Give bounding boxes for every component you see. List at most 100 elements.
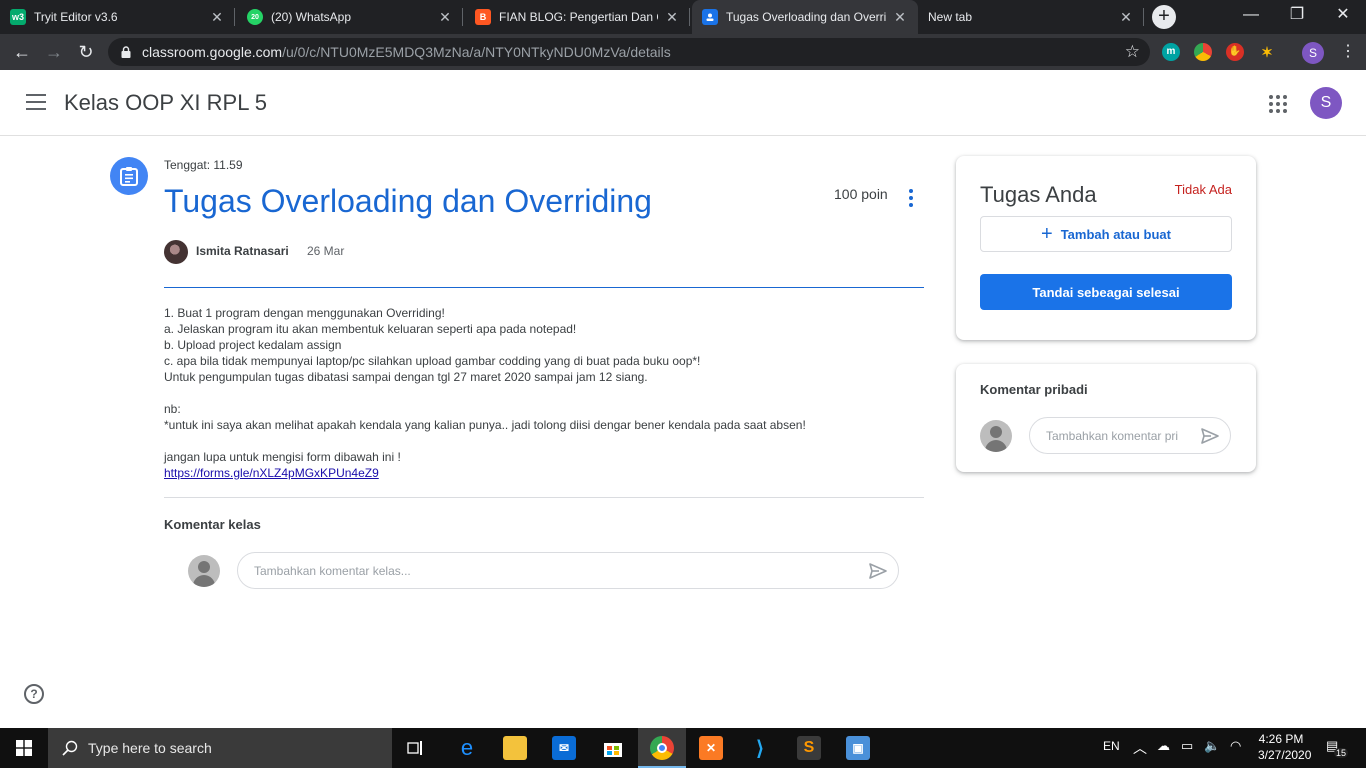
status-badge: Tidak Ada	[1174, 182, 1232, 197]
close-tab-icon[interactable]: ✕	[437, 9, 453, 26]
class-comment-placeholder: Tambahkan komentar kelas...	[254, 563, 411, 578]
new-tab-button[interactable]: +	[1152, 5, 1176, 29]
tab-title: Tugas Overloading dan Overrid	[726, 10, 886, 24]
search-icon	[62, 740, 78, 756]
extension-meet-icon[interactable]: m	[1162, 43, 1180, 61]
task-view-icon[interactable]	[404, 736, 428, 760]
browser-tab-whatsapp[interactable]: 20 (20) WhatsApp ✕	[237, 0, 463, 34]
form-link[interactable]: https://forms.gle/nXLZ4pMGxKPUn4eZ9	[164, 466, 379, 480]
battery-icon[interactable]: ▭	[1181, 738, 1193, 754]
back-button[interactable]: ←	[10, 40, 34, 64]
extension-star-icon[interactable]: ✶	[1258, 43, 1276, 61]
close-tab-icon[interactable]: ✕	[1118, 9, 1134, 26]
edge-icon[interactable]: e	[455, 735, 479, 760]
class-comments-heading: Komentar kelas	[164, 517, 261, 532]
description-line	[164, 433, 924, 449]
user-avatar	[188, 555, 220, 587]
url-text: classroom.google.com/u/0/c/NTU0MzE5MDQ3M…	[142, 44, 671, 60]
browser-toolbar: ← → ↻ classroom.google.com/u/0/c/NTU0MzE…	[0, 34, 1366, 70]
forward-button[interactable]: →	[42, 40, 66, 64]
chrome-icon[interactable]	[650, 736, 674, 760]
help-icon[interactable]: ?	[24, 684, 44, 704]
volume-icon[interactable]: 🔈	[1204, 738, 1220, 754]
extension-hand-icon[interactable]: ✋	[1226, 43, 1244, 61]
clock-date: 3/27/2020	[1258, 748, 1312, 762]
mark-as-done-button[interactable]: Tandai sebeagai selesai	[980, 274, 1232, 310]
private-comment-input[interactable]: Tambahkan komentar pri	[1029, 417, 1231, 454]
due-date: Tenggat: 11.59	[164, 158, 243, 172]
extension-chrome-icon[interactable]	[1194, 43, 1212, 61]
tab-title: FIAN BLOG: Pengertian Dan Co	[499, 10, 658, 24]
assignment-description: 1. Buat 1 program dengan menggunakan Ove…	[164, 305, 924, 481]
clock-time: 4:26 PM	[1258, 732, 1304, 746]
class-comment-input[interactable]: Tambahkan komentar kelas...	[237, 552, 899, 589]
restore-button[interactable]: ❐	[1274, 0, 1320, 30]
minimize-button[interactable]: —	[1228, 0, 1274, 30]
taskbar-search-placeholder: Type here to search	[88, 740, 212, 756]
windows-logo-icon	[16, 740, 32, 756]
author-avatar	[164, 240, 188, 264]
description-line: c. apa bila tidak mempunyai laptop/pc si…	[164, 354, 701, 368]
your-work-title: Tugas Anda	[980, 182, 1097, 207]
app-header: Kelas OOP XI RPL 5 S	[0, 70, 1366, 136]
private-comments-heading: Komentar pribadi	[980, 382, 1088, 397]
tab-title: (20) WhatsApp	[271, 10, 352, 24]
vscode-icon[interactable]: ⟩	[748, 736, 772, 760]
description-line: 1. Buat 1 program dengan menggunakan Ove…	[164, 306, 445, 320]
browser-tab-fian-blog[interactable]: B FIAN BLOG: Pengertian Dan Co ✕	[465, 0, 690, 34]
assignment-title: Tugas Overloading dan Overriding	[164, 183, 652, 219]
address-bar[interactable]: classroom.google.com/u/0/c/NTU0MzE5MDQ3M…	[108, 38, 1150, 66]
close-tab-icon[interactable]: ✕	[892, 9, 908, 26]
mail-icon[interactable]: ✉	[552, 736, 576, 760]
post-date: 26 Mar	[307, 244, 345, 258]
account-avatar[interactable]: S	[1310, 87, 1342, 119]
browser-tab-strip: w3 Tryit Editor v3.6 ✕ 20 (20) WhatsApp …	[0, 0, 1366, 34]
tab-title: New tab	[928, 10, 973, 24]
wifi-icon[interactable]: ◠	[1230, 738, 1241, 754]
blogger-icon: B	[475, 9, 491, 25]
more-menu-icon[interactable]: ⋮	[1336, 40, 1360, 64]
user-avatar	[980, 420, 1012, 452]
bookmark-star-icon[interactable]: ☆	[1125, 42, 1140, 62]
add-or-create-label: Tambah atau buat	[1060, 226, 1171, 242]
google-apps-icon[interactable]	[1269, 95, 1287, 113]
description-line: nb:	[164, 402, 181, 416]
windows-taskbar: Type here to search e ✉ ✕ ⟩ S ▣ EN ︿ ☁ ▭…	[0, 728, 1366, 768]
your-work-card: Tugas Anda Tidak Ada + Tambah atau buat …	[956, 156, 1256, 340]
taskbar-search-input[interactable]: Type here to search	[48, 728, 392, 768]
reload-button[interactable]: ↻	[74, 40, 98, 64]
file-explorer-icon[interactable]	[503, 736, 527, 760]
profile-avatar[interactable]: S	[1302, 42, 1324, 64]
classroom-icon	[702, 9, 718, 25]
send-icon[interactable]	[1200, 426, 1220, 446]
browser-tab-new-tab[interactable]: New tab ✕	[918, 0, 1144, 34]
send-icon[interactable]	[868, 561, 888, 581]
description-line: jangan lupa untuk mengisi form dibawah i…	[164, 450, 401, 464]
notification-count: 15	[1334, 748, 1349, 758]
clock[interactable]: 4:26 PM 3/27/2020	[1258, 732, 1312, 762]
menu-icon[interactable]	[26, 94, 46, 110]
windows-start-button[interactable]	[0, 728, 48, 768]
close-window-button[interactable]: ✕	[1320, 0, 1366, 30]
description-line: Untuk pengumpulan tugas dibatasi sampai …	[164, 370, 648, 384]
close-tab-icon[interactable]: ✕	[664, 9, 680, 26]
more-options-icon[interactable]	[905, 189, 917, 207]
virtualbox-icon[interactable]: ▣	[846, 736, 870, 760]
author-name: Ismita Ratnasari	[196, 244, 289, 258]
store-icon[interactable]	[601, 736, 625, 760]
add-or-create-button[interactable]: + Tambah atau buat	[980, 216, 1232, 252]
browser-tab-classroom[interactable]: Tugas Overloading dan Overrid ✕	[692, 0, 918, 34]
chevron-up-icon[interactable]: ︿	[1133, 738, 1147, 758]
language-indicator[interactable]: EN	[1103, 739, 1120, 753]
private-comments-card: Komentar pribadi Tambahkan komentar pri	[956, 364, 1256, 472]
lock-icon	[121, 46, 131, 58]
onedrive-icon[interactable]: ☁	[1157, 738, 1170, 754]
browser-tab-tryit[interactable]: w3 Tryit Editor v3.6 ✕	[0, 0, 235, 34]
assignment-icon	[110, 157, 148, 195]
xampp-icon[interactable]: ✕	[699, 736, 723, 760]
sublime-text-icon[interactable]: S	[797, 736, 821, 760]
class-title[interactable]: Kelas OOP XI RPL 5	[64, 90, 267, 116]
close-tab-icon[interactable]: ✕	[209, 9, 225, 26]
divider	[164, 287, 924, 288]
divider	[164, 497, 924, 498]
